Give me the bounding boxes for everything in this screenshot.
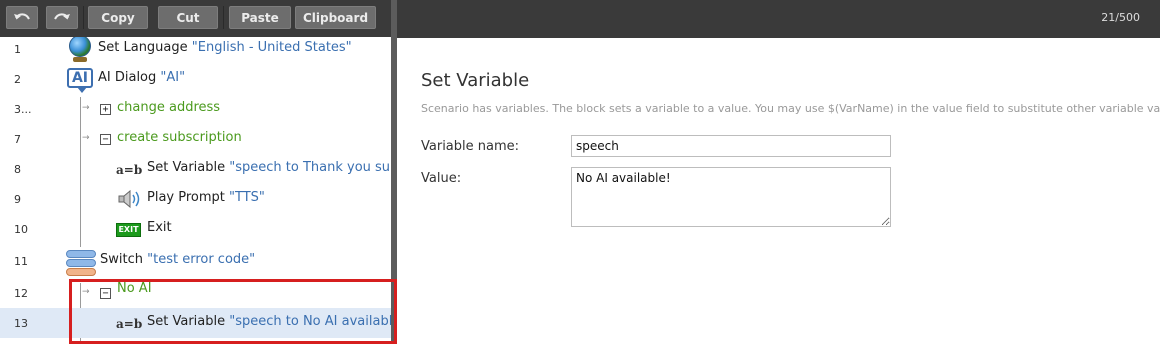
group-label: change address: [117, 100, 221, 115]
line-number: 7: [14, 133, 21, 146]
tree-row-switch[interactable]: 11 Switch "test error code": [0, 246, 391, 276]
clipboard-button[interactable]: Clipboard: [295, 6, 376, 29]
row-label: Switch "test error code": [100, 252, 256, 267]
copy-button[interactable]: Copy: [88, 6, 148, 29]
branch-arrow-icon: →: [82, 133, 90, 143]
properties-panel: Set Variable Scenario has variables. The…: [397, 38, 1160, 344]
line-number: 12: [14, 287, 28, 300]
line-number: 10: [14, 223, 28, 236]
row-label: Play Prompt "TTS": [147, 190, 265, 205]
exit-icon: EXIT: [116, 223, 141, 237]
properties-description: Scenario has variables. The block sets a…: [421, 102, 1160, 115]
tree-row-change-address[interactable]: 3... → + change address: [0, 94, 391, 124]
redo-icon: [54, 12, 70, 20]
toolbar: Copy Cut Paste Clipboard: [0, 0, 391, 37]
branch-arrow-icon: →: [82, 103, 90, 113]
tree-row-set-language[interactable]: 1 Set Language "English - United States": [0, 37, 391, 64]
line-number: 1: [14, 43, 21, 56]
properties-header: 21/500: [397, 0, 1160, 38]
collapse-toggle[interactable]: −: [100, 134, 111, 145]
properties-title: Set Variable: [421, 70, 530, 91]
line-number: 13: [14, 317, 28, 330]
tree-row-ai-dialog[interactable]: 2 AI AI Dialog "AI": [0, 64, 391, 94]
tree-row-set-variable[interactable]: 8 a=b Set Variable "speech to Thank you …: [0, 154, 391, 184]
group-label: create subscription: [117, 130, 242, 145]
set-variable-icon: a=b: [116, 163, 143, 177]
line-number: 9: [14, 193, 21, 206]
row-value: "English - United States": [191, 40, 352, 55]
row-value: "TTS": [229, 190, 265, 205]
paste-button[interactable]: Paste: [229, 6, 291, 29]
variable-name-label: Variable name:: [421, 139, 520, 154]
expand-toggle[interactable]: +: [100, 104, 111, 115]
tree-row-exit[interactable]: 10 EXIT Exit: [0, 214, 391, 244]
tree-row-play-prompt[interactable]: 9 Play Prompt "TTS": [0, 184, 391, 214]
line-number: 3...: [14, 103, 32, 116]
row-value: "AI": [160, 70, 186, 85]
row-value: "speech to Thank you subscr: [229, 160, 391, 175]
tree-row-create-subscription[interactable]: 7 → − create subscription: [0, 124, 391, 154]
row-label: Set Language "English - United States": [98, 40, 352, 55]
row-label: Set Variable "speech to Thank you subscr: [147, 160, 391, 175]
row-label: Exit: [147, 220, 172, 235]
globe-icon: [69, 37, 91, 57]
variable-name-input[interactable]: [571, 135, 891, 157]
speaker-icon: [118, 189, 140, 209]
undo-button[interactable]: [6, 6, 38, 29]
row-value: "test error code": [147, 252, 256, 267]
line-number: 2: [14, 73, 21, 86]
block-counter: 21/500: [1101, 11, 1140, 24]
value-label: Value:: [421, 171, 462, 186]
highlight-box: [69, 279, 397, 344]
line-number: 8: [14, 163, 21, 176]
undo-icon: [14, 12, 30, 20]
ai-dialog-icon: AI: [67, 68, 93, 93]
redo-button[interactable]: [46, 6, 78, 29]
toolbar-separator: [223, 6, 224, 29]
cut-button[interactable]: Cut: [158, 6, 218, 29]
globe-stand: [73, 57, 87, 62]
value-textarea[interactable]: No AI available!: [571, 167, 891, 227]
line-number: 11: [14, 255, 28, 268]
row-label: AI Dialog "AI": [98, 70, 186, 85]
toolbar-separator: [83, 6, 84, 29]
switch-icon: [66, 250, 96, 276]
